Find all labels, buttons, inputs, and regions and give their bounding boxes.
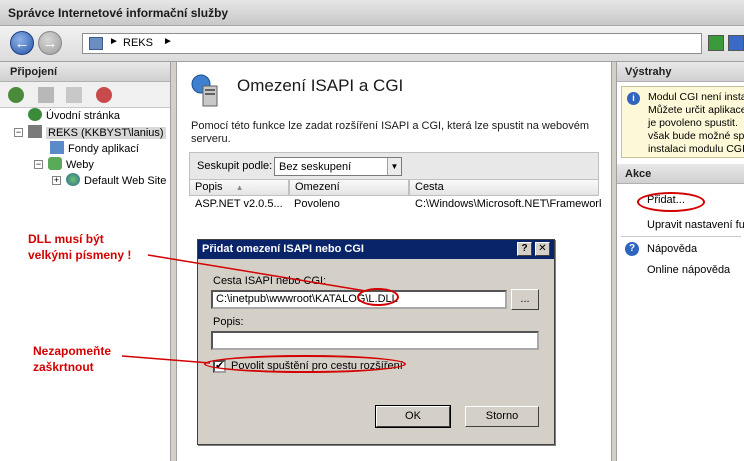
dialog-close-button[interactable]: ✕ xyxy=(535,242,550,256)
alert-line: však bude možné spus xyxy=(648,130,744,142)
alert-line: Modul CGI není insta xyxy=(648,91,744,103)
dll-note-line2: velkými písmeny ! xyxy=(28,248,132,262)
actions-title: Akce xyxy=(617,164,744,184)
refresh-icon[interactable] xyxy=(708,35,724,51)
collapse-icon[interactable]: − xyxy=(34,160,43,169)
ok-button[interactable]: OK xyxy=(375,405,451,428)
tree-item-label: REKS (KKBYST\lanius) xyxy=(46,127,166,139)
chevron-right-icon[interactable]: ► xyxy=(109,36,119,47)
tree-item-app-pools[interactable]: Fondy aplikací xyxy=(50,141,139,157)
browse-button[interactable]: ... xyxy=(511,289,539,310)
tree-item-label: Úvodní stránka xyxy=(46,110,120,122)
disconnect-icon[interactable] xyxy=(96,87,112,103)
tree-item-label: Fondy aplikací xyxy=(68,143,139,155)
connections-toolbar xyxy=(0,82,170,108)
group-by-bar: Seskupit podle: Bez seskupení ▼ xyxy=(189,152,599,180)
help-link[interactable]: Nápověda xyxy=(647,243,697,255)
alert-line: je povoleno spustit. xyxy=(648,117,738,129)
add-restriction-dialog: Přidat omezení ISAPI nebo CGI ? ✕ Cesta … xyxy=(197,239,555,445)
actions-separator xyxy=(621,236,741,237)
expand-icon[interactable]: + xyxy=(52,176,61,185)
save-icon[interactable] xyxy=(38,87,54,103)
globe-icon xyxy=(66,173,80,186)
chevron-right-icon[interactable]: ► xyxy=(163,36,173,47)
sites-icon xyxy=(48,157,62,170)
forward-arrow-icon[interactable]: → xyxy=(38,31,62,55)
alert-box: i Modul CGI není insta Můžete určit apli… xyxy=(621,86,744,158)
up-icon[interactable] xyxy=(66,87,82,103)
connections-title: Připojení xyxy=(0,62,170,82)
isapi-cgi-icon xyxy=(191,74,218,107)
dialog-help-button[interactable]: ? xyxy=(517,242,532,256)
group-by-value: Bez seskupení xyxy=(279,161,352,173)
feature-description: Pomocí této funkce lze zadat rozšíření I… xyxy=(191,120,590,145)
alerts-title: Výstrahy xyxy=(617,62,744,82)
column-label: Popis xyxy=(195,181,223,193)
online-help-link[interactable]: Online nápověda xyxy=(647,264,730,276)
column-header-cesta[interactable]: Cesta xyxy=(409,180,599,196)
row-cesta[interactable]: C:\Windows\Microsoft.NET\Framework xyxy=(415,198,601,210)
server-icon xyxy=(28,125,42,138)
breadcrumb-node[interactable]: REKS xyxy=(123,37,153,49)
tree-item-label: Default Web Site xyxy=(84,175,167,187)
window-title: Správce Internetové informační služby xyxy=(0,0,744,26)
alert-line: Můžete určit aplikace xyxy=(648,104,744,116)
highlight-checkbox-ellipse xyxy=(204,355,406,373)
home-icon xyxy=(28,108,42,121)
tree-item-default-site[interactable]: Default Web Site xyxy=(66,173,166,189)
tree-item-server[interactable]: REKS (KKBYST\lanius) xyxy=(28,125,166,141)
help-icon: ? xyxy=(625,242,639,256)
page-title: Omezení ISAPI a CGI xyxy=(237,76,404,95)
stop-icon[interactable] xyxy=(728,35,744,51)
dialog-title: Přidat omezení ISAPI nebo CGI xyxy=(198,240,554,259)
description-input[interactable] xyxy=(211,331,539,350)
edit-settings-link[interactable]: Upravit nastavení fu xyxy=(647,219,744,231)
server-icon xyxy=(89,37,103,50)
row-popis[interactable]: ASP.NET v2.0.5... xyxy=(195,198,283,210)
group-by-label: Seskupit podle: xyxy=(197,160,273,172)
app-pool-icon xyxy=(50,141,64,154)
breadcrumb[interactable]: ► REKS ► xyxy=(82,33,702,54)
column-header-popis[interactable]: Popis ▲ xyxy=(189,180,289,196)
path-label: Cesta ISAPI nebo CGI: xyxy=(213,275,327,287)
check-note-line2: zaškrtnout xyxy=(33,360,94,374)
column-header-omezeni[interactable]: Omezení xyxy=(289,180,409,196)
highlight-add-ellipse xyxy=(637,192,705,212)
tree-item-label: Weby xyxy=(66,159,94,171)
alert-line: instalaci modulu CGI xyxy=(648,143,744,155)
collapse-icon[interactable]: − xyxy=(14,128,23,137)
row-omezeni[interactable]: Povoleno xyxy=(294,198,340,210)
description-label: Popis: xyxy=(213,316,244,328)
dll-note-line1: DLL musí být xyxy=(28,232,104,246)
group-by-select[interactable]: Bez seskupení ▼ xyxy=(274,157,402,176)
sort-asc-icon: ▲ xyxy=(235,183,244,192)
highlight-dll-ellipse xyxy=(357,288,399,306)
tree-item-start-page[interactable]: Úvodní stránka xyxy=(28,108,120,124)
check-note-line1: Nezapomeňte xyxy=(33,344,112,358)
cancel-button[interactable]: Storno xyxy=(465,406,539,427)
connect-icon[interactable] xyxy=(8,87,24,103)
back-arrow-icon[interactable]: ← xyxy=(10,31,34,55)
dropdown-arrow-icon[interactable]: ▼ xyxy=(387,158,401,175)
actions-pane: Výstrahy i Modul CGI není insta Můžete u… xyxy=(616,62,744,461)
info-icon: i xyxy=(627,92,640,105)
address-bar: ← → ► REKS ► xyxy=(0,26,744,62)
tree-item-sites[interactable]: Weby xyxy=(48,157,94,173)
